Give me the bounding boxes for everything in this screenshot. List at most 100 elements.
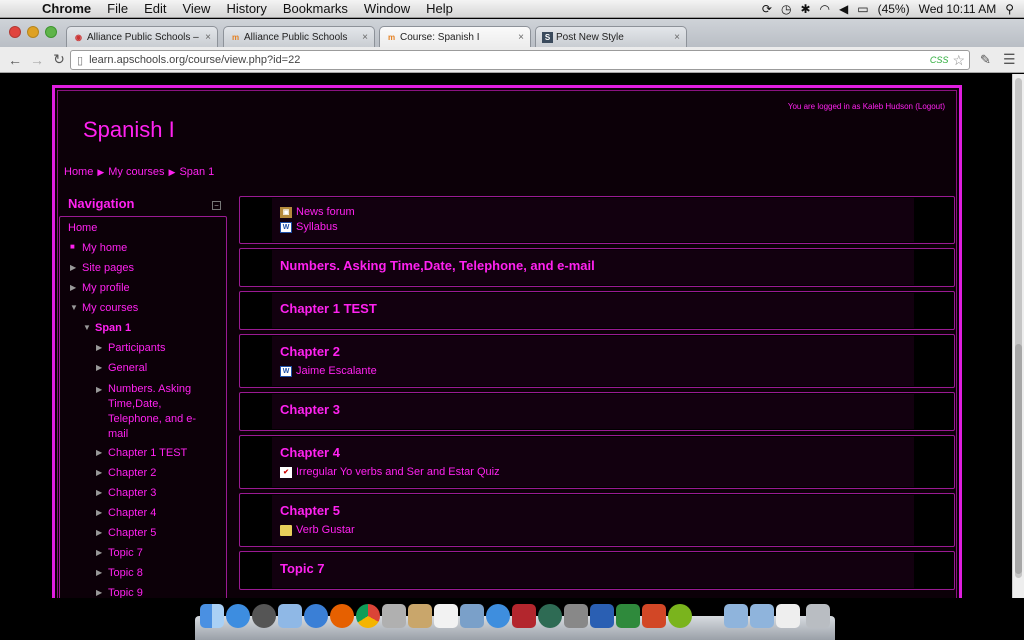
nav-numbers[interactable]: ▶ Numbers. Asking Time,Date, Telephone, a…: [96, 382, 212, 442]
activity-jaime-escalante[interactable]: W Jaime Escalante: [280, 365, 377, 377]
nav-topic8[interactable]: ▶ Topic 8: [96, 567, 143, 579]
nav-my-home[interactable]: ■ My home: [70, 242, 127, 254]
menu-app-chrome[interactable]: Chrome: [34, 1, 99, 16]
vertical-scrollbar[interactable]: [1012, 74, 1024, 598]
tab-post-new-style[interactable]: S Post New Style ×: [535, 26, 687, 47]
applications-folder-icon[interactable]: [724, 604, 748, 628]
menu-file[interactable]: File: [99, 1, 136, 16]
word-app-icon[interactable]: [590, 604, 614, 628]
documents-folder-icon[interactable]: [750, 604, 774, 628]
nav-label: My profile: [82, 282, 130, 294]
photo-booth-icon[interactable]: [512, 604, 536, 628]
collapse-block-icon[interactable]: −: [212, 201, 221, 210]
bluetooth-icon[interactable]: ✱: [800, 2, 810, 16]
facetime-icon[interactable]: [382, 604, 406, 628]
activity-syllabus[interactable]: W Syllabus: [280, 221, 338, 233]
menu-window[interactable]: Window: [356, 1, 418, 16]
wifi-icon[interactable]: ◠: [820, 2, 830, 16]
globe-icon: ◉: [75, 32, 82, 42]
tab-alliance-d[interactable]: ◉ Alliance Public Schools – D ×: [66, 26, 218, 47]
downloads-stack-icon[interactable]: [776, 604, 800, 628]
breadcrumb-home[interactable]: Home: [64, 166, 93, 178]
dashboard-icon[interactable]: [252, 604, 276, 628]
app-store-icon[interactable]: [226, 604, 250, 628]
itunes-icon[interactable]: [486, 604, 510, 628]
breadcrumb-my-courses[interactable]: My courses: [108, 166, 164, 178]
expand-arrow-icon: ▶: [70, 283, 77, 292]
page-viewport[interactable]: You are logged in as Kaleb Hudson (Logou…: [0, 74, 1012, 598]
menu-view[interactable]: View: [174, 1, 218, 16]
nav-chapter3[interactable]: ▶ Chapter 3: [96, 487, 156, 499]
menu-edit[interactable]: Edit: [136, 1, 174, 16]
powerpoint-app-icon[interactable]: [642, 604, 666, 628]
excel-app-icon[interactable]: [616, 604, 640, 628]
clock[interactable]: Wed 10:11 AM: [919, 2, 997, 16]
nav-label: General: [108, 362, 148, 374]
breadcrumb-span1[interactable]: Span 1: [179, 166, 214, 178]
tab-course-spanish[interactable]: m Course: Spanish I ×: [379, 26, 531, 48]
address-bar[interactable]: ▯ learn.apschools.org/course/view.php?id…: [70, 50, 970, 70]
nav-chapter5[interactable]: ▶ Chapter 5: [96, 527, 156, 539]
close-tab-icon[interactable]: ×: [362, 32, 368, 43]
photos-icon[interactable]: [460, 604, 484, 628]
scroll-thumb[interactable]: [1015, 344, 1022, 574]
finder-icon[interactable]: [200, 604, 224, 628]
section-band: [272, 495, 914, 545]
activity-verb-gustar[interactable]: Verb Gustar: [280, 524, 355, 536]
tab-alliance[interactable]: m Alliance Public Schools ×: [223, 26, 375, 47]
menu-help[interactable]: Help: [418, 1, 461, 16]
nav-my-courses[interactable]: ▼ My courses: [70, 302, 138, 314]
nav-my-profile[interactable]: ▶ My profile: [70, 282, 130, 294]
contacts-icon[interactable]: [408, 604, 432, 628]
nav-chapter1-test[interactable]: ▶ Chapter 1 TEST: [96, 447, 187, 459]
close-tab-icon[interactable]: ×: [205, 32, 211, 43]
forward-icon[interactable]: →: [26, 52, 48, 68]
expand-arrow-icon: ▶: [70, 263, 77, 272]
wrench-menu-icon[interactable]: ☰: [1003, 51, 1016, 68]
tab-strip: ◉ Alliance Public Schools – D × m Allian…: [0, 19, 1024, 63]
menu-bar: Chrome File Edit View History Bookmarks …: [0, 0, 1024, 18]
nav-general[interactable]: ▶ General: [96, 362, 147, 374]
activity-irregular-yo-quiz[interactable]: ✔ Irregular Yo verbs and Ser and Estar Qu…: [280, 466, 500, 478]
calendar-icon[interactable]: [434, 604, 458, 628]
firefox-icon[interactable]: [330, 604, 354, 628]
spotlight-icon[interactable]: ⚲: [1005, 2, 1014, 16]
sync-icon[interactable]: ⟳: [762, 2, 772, 16]
volume-icon[interactable]: ◀: [839, 2, 848, 16]
activity-label: Verb Gustar: [296, 524, 355, 536]
chrome-icon[interactable]: [356, 604, 380, 628]
nav-span1[interactable]: ▼ Span 1: [83, 322, 131, 334]
bookmark-star-icon[interactable]: ☆: [952, 52, 965, 69]
time-machine-icon[interactable]: ◷: [781, 2, 791, 16]
trash-icon[interactable]: [806, 604, 830, 628]
nav-topic9[interactable]: ▶ Topic 9: [96, 587, 143, 598]
section-general: ▣ News forum W Syllabus: [239, 196, 955, 244]
nav-participants[interactable]: ▶ Participants: [96, 342, 165, 354]
nav-chapter2[interactable]: ▶ Chapter 2: [96, 467, 156, 479]
spotify-icon[interactable]: [668, 604, 692, 628]
menu-bookmarks[interactable]: Bookmarks: [275, 1, 356, 16]
url-text[interactable]: learn.apschools.org/course/view.php?id=2…: [89, 54, 300, 66]
nav-topic7[interactable]: ▶ Topic 7: [96, 547, 143, 559]
battery-icon[interactable]: ▭: [857, 2, 868, 16]
reload-icon[interactable]: ↻: [48, 51, 70, 68]
close-tab-icon[interactable]: ×: [674, 32, 680, 43]
close-tab-icon[interactable]: ×: [518, 32, 524, 43]
page-title: Spanish I: [83, 117, 175, 142]
safari-icon[interactable]: [304, 604, 328, 628]
back-icon[interactable]: ←: [4, 52, 26, 68]
css-extension-icon[interactable]: CSS: [930, 55, 949, 65]
preview-icon[interactable]: [278, 604, 302, 628]
close-window-button[interactable]: [9, 26, 21, 38]
pencil-icon[interactable]: ✎: [980, 52, 991, 68]
nav-site-pages[interactable]: ▶ Site pages: [70, 262, 134, 274]
system-preferences-icon[interactable]: [564, 604, 588, 628]
nav-chapter4[interactable]: ▶ Chapter 4: [96, 507, 156, 519]
nav-home[interactable]: Home: [68, 222, 97, 234]
login-info[interactable]: You are logged in as Kaleb Hudson (Logou…: [788, 102, 945, 111]
zoom-window-button[interactable]: [45, 26, 57, 38]
activity-news-forum[interactable]: ▣ News forum: [280, 206, 355, 218]
time-machine-icon[interactable]: [538, 604, 562, 628]
minimize-window-button[interactable]: [27, 26, 39, 38]
menu-history[interactable]: History: [218, 1, 274, 16]
